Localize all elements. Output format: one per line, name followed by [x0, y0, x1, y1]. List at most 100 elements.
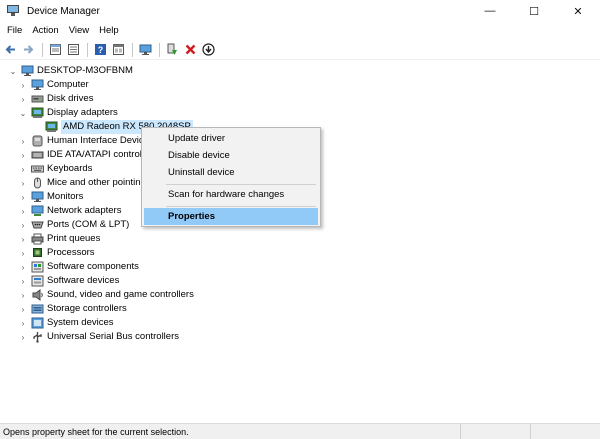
scan-hardware-button[interactable]: [137, 41, 154, 58]
ide-controller-icon: [31, 149, 44, 161]
expand-chevron-icon[interactable]: ›: [18, 92, 28, 106]
keyboard-icon: [31, 163, 44, 175]
help-toolbar-button[interactable]: ?: [92, 41, 109, 58]
toolbar-separator: [159, 42, 160, 57]
uninstall-device-button[interactable]: [182, 41, 199, 58]
show-hidden-button[interactable]: [110, 41, 127, 58]
properties-menu-item[interactable]: Properties: [144, 208, 318, 225]
expand-chevron-icon[interactable]: ›: [18, 162, 28, 176]
tree-item-processors[interactable]: › Processors: [18, 246, 95, 260]
tree-item-label: Storage controllers: [47, 303, 127, 314]
tree-item-ide[interactable]: › IDE ATA/ATAPI control: [18, 148, 142, 162]
port-icon: [31, 219, 44, 231]
expand-chevron-icon[interactable]: ›: [18, 316, 28, 330]
expand-chevron-icon[interactable]: ›: [18, 176, 28, 190]
properties-toolbar-button[interactable]: [47, 41, 64, 58]
expand-chevron-icon[interactable]: ›: [18, 148, 28, 162]
tree-item-computer[interactable]: › Computer: [18, 78, 89, 92]
expand-chevron-icon[interactable]: ›: [18, 274, 28, 288]
close-button[interactable]: ✕: [556, 0, 600, 22]
tree-item-label: Monitors: [47, 191, 84, 202]
window-controls: — ☐ ✕: [468, 0, 600, 22]
window-title: Device Manager: [27, 5, 100, 17]
status-pane: [460, 424, 530, 439]
enable-device-button[interactable]: [164, 41, 181, 58]
computer-root-icon: [21, 65, 34, 77]
toolbar-separator: [132, 42, 133, 57]
forward-arrow-icon: [24, 45, 34, 54]
update-driver-button[interactable]: [200, 41, 217, 58]
properties-sheet-icon: [50, 44, 61, 55]
tree-item-label: Software devices: [47, 275, 120, 286]
tree-item-hid[interactable]: › Human Interface Devic: [18, 134, 144, 148]
scan-hardware-menu-item[interactable]: Scan for hardware changes: [144, 186, 318, 203]
expand-chevron-icon[interactable]: ›: [18, 204, 28, 218]
toolbar-separator: [87, 42, 88, 57]
update-driver-icon: [202, 43, 215, 56]
expand-chevron-icon[interactable]: ›: [18, 288, 28, 302]
tree-item-monitors[interactable]: › Monitors: [18, 190, 83, 204]
menu-separator: [166, 206, 316, 207]
disable-device-menu-item[interactable]: Disable device: [144, 147, 318, 164]
speaker-icon: [31, 289, 44, 301]
software-component-icon: [31, 261, 44, 273]
device-tree: ⌄ DESKTOP-M3OFBNM › Computer › Disk driv…: [0, 62, 600, 422]
tree-item-label: Computer: [47, 79, 89, 90]
status-panes: [460, 424, 600, 439]
menu-action[interactable]: Action: [27, 22, 63, 40]
tree-item-disk-drives[interactable]: › Disk drives: [18, 92, 94, 106]
processor-icon: [31, 247, 44, 259]
tree-item-label: Universal Serial Bus controllers: [47, 331, 179, 342]
tree-item-software-devices[interactable]: › Software devices: [18, 274, 119, 288]
hid-icon: [31, 135, 44, 147]
tree-item-label: Display adapters: [47, 107, 118, 118]
menu-file[interactable]: File: [2, 22, 27, 40]
collapse-chevron-icon[interactable]: ⌄: [18, 106, 28, 120]
tree-item-usb[interactable]: › Universal Serial Bus controllers: [18, 330, 179, 344]
menu-view[interactable]: View: [64, 22, 94, 40]
uninstall-x-icon: [185, 44, 196, 55]
tree-item-label: Mice and other pointin: [47, 177, 141, 188]
expand-chevron-icon[interactable]: ›: [18, 190, 28, 204]
tree-item-label: Human Interface Devic: [47, 135, 144, 146]
tree-item-label: System devices: [47, 317, 114, 328]
tree-item-ports[interactable]: › Ports (COM & LPT): [18, 218, 130, 232]
expand-chevron-icon[interactable]: ›: [18, 260, 28, 274]
help-icon: ?: [95, 44, 106, 55]
tree-item-label: Print queues: [47, 233, 101, 244]
device-list-button[interactable]: [65, 41, 82, 58]
maximize-button[interactable]: ☐: [512, 0, 556, 22]
tree-item-sound[interactable]: › Sound, video and game controllers: [18, 288, 194, 302]
enable-device-icon: [167, 43, 177, 55]
tree-item-print-queues[interactable]: › Print queues: [18, 232, 100, 246]
tree-item-software-components[interactable]: › Software components: [18, 260, 139, 274]
expand-chevron-icon[interactable]: ›: [18, 246, 28, 260]
tree-item-keyboards[interactable]: › Keyboards: [18, 162, 93, 176]
expand-chevron-icon[interactable]: ›: [18, 78, 28, 92]
tree-item-storage-controllers[interactable]: › Storage controllers: [18, 302, 127, 316]
expand-chevron-icon[interactable]: ›: [18, 302, 28, 316]
expand-chevron-icon[interactable]: ›: [18, 134, 28, 148]
back-button[interactable]: [2, 41, 19, 58]
storage-controller-icon: [31, 303, 44, 315]
menu-help[interactable]: Help: [94, 22, 124, 40]
minimize-button[interactable]: —: [468, 0, 512, 22]
uninstall-device-menu-item[interactable]: Uninstall device: [144, 164, 318, 181]
tree-root[interactable]: ⌄ DESKTOP-M3OFBNM: [8, 64, 133, 78]
collapse-chevron-icon[interactable]: ⌄: [8, 64, 18, 78]
expand-chevron-icon[interactable]: ›: [18, 232, 28, 246]
tree-item-label: Keyboards: [47, 163, 93, 174]
tree-item-system-devices[interactable]: › System devices: [18, 316, 114, 330]
tree-item-network-adapters[interactable]: › Network adapters: [18, 204, 121, 218]
toolbar: ?: [0, 40, 600, 60]
menu-separator: [166, 184, 316, 185]
network-adapter-icon: [31, 205, 44, 217]
update-driver-menu-item[interactable]: Update driver: [144, 130, 318, 147]
expand-chevron-icon[interactable]: ›: [18, 218, 28, 232]
tree-item-mice[interactable]: › Mice and other pointin: [18, 176, 140, 190]
forward-button[interactable]: [20, 41, 37, 58]
tree-item-display-adapters[interactable]: ⌄ Display adapters: [18, 106, 118, 120]
tree-item-label: Processors: [47, 247, 95, 258]
expand-chevron-icon[interactable]: ›: [18, 330, 28, 344]
usb-icon: [31, 331, 44, 343]
